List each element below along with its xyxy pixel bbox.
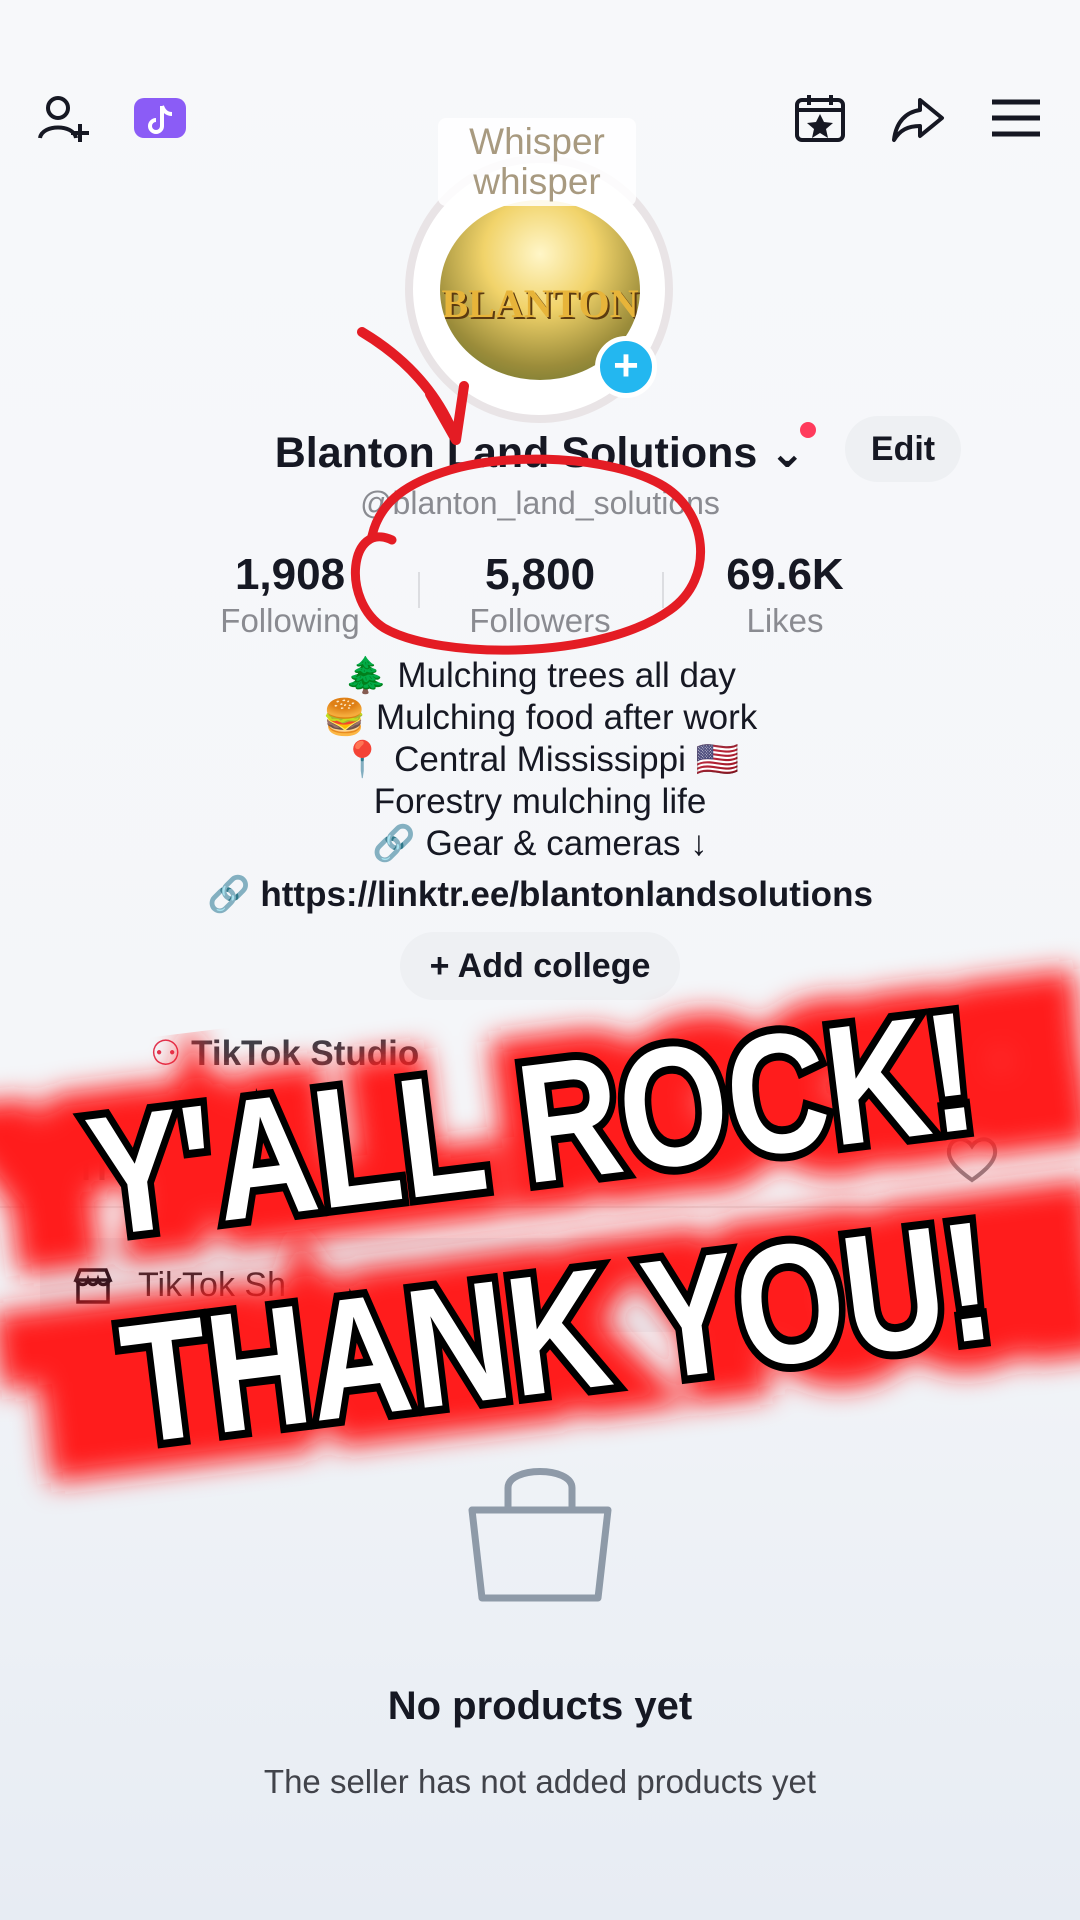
tab-divider: [0, 1206, 1080, 1208]
add-college-button[interactable]: + Add college: [400, 932, 680, 1000]
stat-followers[interactable]: 5,800 Followers: [410, 550, 670, 640]
notification-dot: [800, 422, 816, 438]
bio-line: 🍔 Mulching food after work: [322, 698, 758, 737]
add-story-icon[interactable]: +: [595, 336, 657, 398]
link-icon: 🔗: [207, 875, 251, 914]
plus-icon: +: [429, 947, 450, 985]
add-friend-icon[interactable]: [36, 90, 92, 146]
bio-line: 🌲 Mulching trees all day: [344, 656, 736, 695]
bio-line: 🔗 Gear & cameras ↓: [372, 824, 708, 863]
bio-link[interactable]: 🔗 https://linktr.ee/blantonlandsolutions: [0, 874, 1080, 915]
tiktok-studio-shortcut[interactable]: ⚇ TikTok Studio: [150, 1034, 419, 1074]
profile-note[interactable]: Whisper whisper: [438, 118, 636, 206]
sticker-glow-1: Y'ALL ROCK!: [0, 964, 1080, 1285]
bio: 🌲 Mulching trees all day 🍔 Mulching food…: [0, 655, 1080, 865]
shop-card-label: TikTok Sh: [138, 1266, 287, 1304]
shopping-bag-icon: [464, 1458, 616, 1608]
bio-line: Forestry mulching life: [373, 782, 707, 821]
stat-value: 69.6K: [726, 550, 844, 599]
bio-line: 📍 Central Mississippi 🇺🇸: [340, 740, 740, 779]
stat-label: Following: [220, 602, 360, 639]
chevron-right-icon[interactable]: [988, 1268, 1012, 1304]
add-college-label: Add college: [457, 947, 651, 985]
menu-icon[interactable]: [988, 90, 1044, 146]
avatar-logo-text: BLANTON: [441, 281, 639, 326]
sticker-line-1: Y'ALL ROCK!: [78, 975, 985, 1272]
store-icon: [72, 1266, 114, 1306]
stat-value: 5,800: [484, 550, 596, 599]
profile-handle: @blanton_land_solutions: [360, 485, 720, 521]
studio-icon: ⚇: [150, 1034, 182, 1073]
stat-value: 1,908: [234, 550, 346, 599]
stat-likes[interactable]: 69.6K Likes: [655, 550, 915, 640]
stat-label: Followers: [469, 602, 611, 639]
liked-tab-icon[interactable]: [944, 1134, 1000, 1186]
sticker-glow-2: THANK YOU!: [18, 1174, 1080, 1492]
share-icon[interactable]: [890, 90, 946, 146]
studio-label: TikTok Studio: [191, 1034, 420, 1073]
bio-link-text[interactable]: https://linktr.ee/blantonlandsolutions: [260, 875, 873, 914]
edit-button[interactable]: Edit: [845, 416, 961, 482]
empty-state-subtitle: The seller has not added products yet: [263, 1763, 817, 1800]
grid-tab-icon[interactable]: [80, 1138, 160, 1182]
calendar-star-icon[interactable]: [792, 90, 848, 146]
shop-shortcut[interactable]: hop: [870, 1034, 934, 1074]
stat-label: Likes: [746, 602, 824, 639]
app-badge-icon[interactable]: [132, 90, 188, 146]
stat-following[interactable]: 1,908 Following: [160, 550, 420, 640]
empty-state-title: No products yet: [387, 1684, 693, 1728]
